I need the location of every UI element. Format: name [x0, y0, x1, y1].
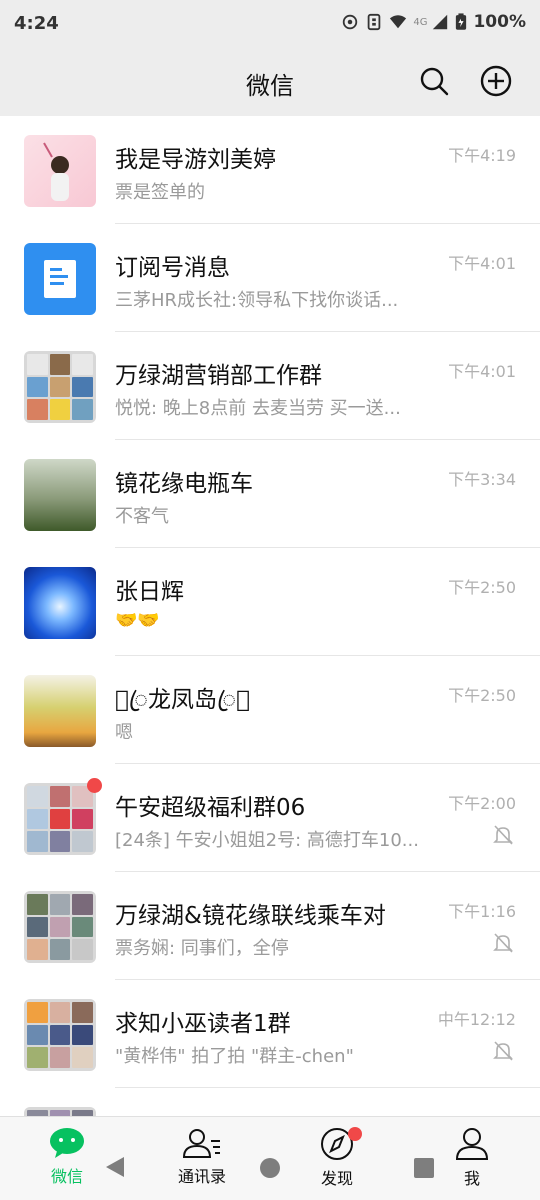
sync-icon — [343, 14, 358, 30]
title-bar: 微信 — [0, 50, 540, 116]
chat-bubble-icon — [50, 1128, 84, 1158]
wifi-icon — [390, 15, 407, 29]
search-button[interactable] — [416, 63, 452, 99]
avatar — [24, 999, 96, 1071]
chat-name: 镜花缘电瓶车 — [115, 471, 253, 497]
chat-time: 下午1:16 — [448, 902, 516, 921]
avatar — [24, 351, 96, 423]
chat-last-message: 票是签单的 — [115, 182, 205, 203]
chat-list[interactable]: 我是导游刘美婷 票是签单的 下午4:19 订阅号消息 三茅HR成长社:领导私下找… — [0, 116, 540, 1116]
chat-name: 午安超级福利群06 — [115, 795, 306, 821]
avatar — [24, 567, 96, 639]
chat-item[interactable]: 求知小巫读者1群 "黄桦伟" 拍了拍 "群主-chen" 中午12:12 — [0, 980, 540, 1088]
tab-contacts-label: 通讯录 — [177, 1167, 226, 1186]
battery-icon — [456, 13, 467, 30]
avatar — [24, 675, 96, 747]
chat-last-message: 悦悦: 晚上8点前 去麦当劳 买一送... — [115, 398, 401, 419]
chat-last-message: 🤝🤝 — [115, 610, 160, 631]
document-icon — [44, 260, 76, 298]
chat-name: 求知小巫读者1群 — [115, 1011, 291, 1037]
bell-off-icon — [493, 1041, 513, 1061]
avatar — [24, 1107, 96, 1116]
tab-contacts[interactable]: 通讯录 — [152, 1127, 252, 1197]
chat-name: 万绿湖营销部工作群 — [115, 363, 322, 389]
status-bar: 4:24 4G 100% — [0, 0, 540, 50]
chat-last-message: 票务娴: 同事们，全停 — [115, 938, 289, 959]
avatar — [24, 891, 96, 963]
signal-icon — [433, 14, 448, 30]
chat-time: 下午2:50 — [448, 686, 516, 705]
chat-item-partial[interactable] — [0, 1088, 540, 1116]
unread-dot — [87, 778, 102, 793]
chat-item[interactable]: 张日辉 🤝🤝 下午2:50 — [0, 548, 540, 656]
avatar — [24, 783, 96, 855]
chat-item[interactable]: 万绿湖营销部工作群 悦悦: 晚上8点前 去麦当劳 买一送... 下午4:01 — [0, 332, 540, 440]
status-icons: 4G 100% — [341, 12, 526, 32]
chat-time: 下午2:00 — [448, 794, 516, 813]
avatar — [24, 243, 96, 315]
chat-time: 中午12:12 — [437, 1010, 516, 1029]
person-icon — [455, 1128, 489, 1160]
chat-last-message: 三茅HR成长社:领导私下找你谈话... — [115, 290, 399, 311]
contacts-icon — [182, 1129, 220, 1158]
discover-badge — [348, 1127, 362, 1141]
chat-last-message: 不客气 — [115, 506, 169, 527]
recent-apps-icon[interactable] — [413, 1157, 435, 1179]
tab-me[interactable]: 我 — [422, 1127, 522, 1197]
page-title: 微信 — [246, 72, 294, 100]
tab-chats-label: 微信 — [50, 1167, 83, 1186]
chat-item[interactable]: 􏰀ꦿ龙凤岛ꦿ􏰀 嗯 下午2:50 — [0, 656, 540, 764]
chat-name: 万绿湖&镜花缘联线乘车对 — [115, 903, 386, 929]
chat-name: 我是导游刘美婷 — [115, 147, 276, 173]
tab-discover[interactable]: 发现 — [287, 1127, 387, 1197]
network-type: 4G — [413, 16, 428, 28]
chat-item[interactable]: 午安超级福利群06 [24条] 午安小姐姐2号: 高德打车10... 下午2:0… — [0, 764, 540, 872]
tab-discover-label: 发现 — [320, 1169, 353, 1188]
avatar — [24, 135, 96, 207]
bell-off-icon — [493, 825, 513, 845]
add-button[interactable] — [478, 63, 514, 99]
status-time: 4:24 — [14, 13, 59, 34]
chat-time: 下午4:01 — [448, 254, 516, 273]
back-icon[interactable] — [104, 1155, 126, 1179]
chat-time: 下午4:19 — [448, 146, 516, 165]
avatar — [24, 459, 96, 531]
chat-time: 下午4:01 — [448, 362, 516, 381]
tab-me-label: 我 — [463, 1169, 480, 1188]
chat-name: 􏰀ꦿ龙凤岛ꦿ􏰀 — [115, 687, 250, 713]
chat-name: 订阅号消息 — [115, 255, 230, 281]
chat-item[interactable]: 订阅号消息 三茅HR成长社:领导私下找你谈话... 下午4:01 — [0, 224, 540, 332]
chat-item[interactable]: 我是导游刘美婷 票是签单的 下午4:19 — [0, 116, 540, 224]
chat-last-message: [24条] 午安小姐姐2号: 高德打车10... — [115, 830, 419, 851]
chat-last-message: 嗯 — [115, 722, 133, 743]
chat-last-message: "黄桦伟" 拍了拍 "群主-chen" — [115, 1046, 354, 1067]
bell-off-icon — [493, 933, 513, 953]
chat-item[interactable]: 镜花缘电瓶车 不客气 下午3:34 — [0, 440, 540, 548]
chat-item[interactable]: 万绿湖&镜花缘联线乘车对 票务娴: 同事们，全停 下午1:16 — [0, 872, 540, 980]
home-icon[interactable] — [259, 1157, 281, 1179]
chat-name: 张日辉 — [115, 579, 184, 605]
search-icon — [420, 67, 449, 96]
add-circle-icon — [480, 65, 512, 97]
chat-time: 下午2:50 — [448, 578, 516, 597]
tab-chats[interactable]: 微信 — [17, 1127, 117, 1197]
bottom-nav: 微信 通讯录 发现 我 — [0, 1116, 540, 1200]
chat-time: 下午3:34 — [448, 470, 516, 489]
battery-level: 100% — [473, 12, 526, 32]
nfc-icon — [368, 13, 381, 31]
